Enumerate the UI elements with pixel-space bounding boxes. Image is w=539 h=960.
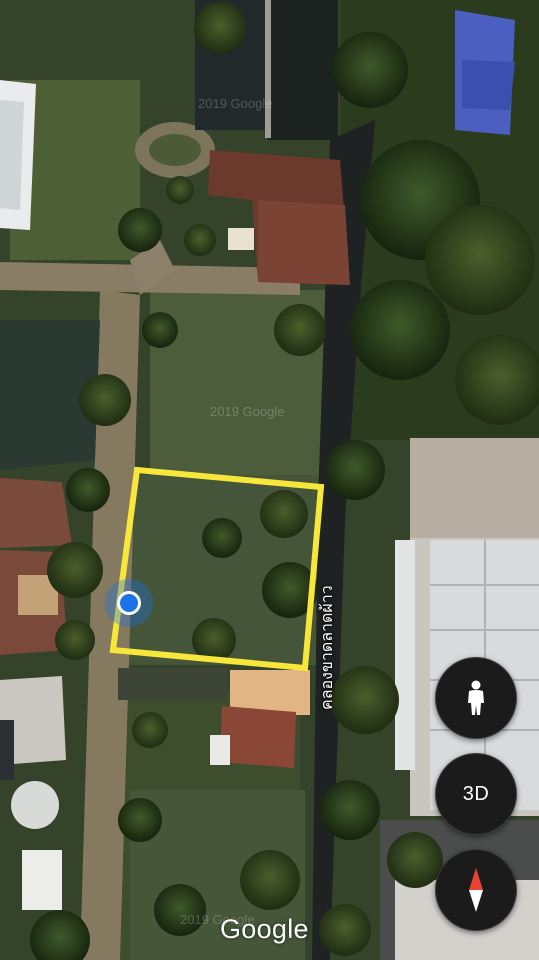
satellite-map[interactable]: 2019 Google 2019 Google 2019 Google คลอง… — [0, 0, 539, 960]
google-logo: Google — [220, 914, 309, 944]
compass-icon — [469, 868, 483, 912]
map-watermark: 2019 Google — [198, 96, 273, 111]
person-icon — [468, 680, 484, 715]
three-d-button[interactable]: 3D — [435, 753, 517, 835]
current-location-marker[interactable] — [104, 578, 154, 628]
canal-label: คลองขาดลาดผ้าว — [317, 585, 336, 710]
street-view-button[interactable] — [435, 657, 517, 739]
compass-button[interactable] — [435, 849, 517, 931]
map-watermark: 2019 Google — [210, 404, 285, 419]
